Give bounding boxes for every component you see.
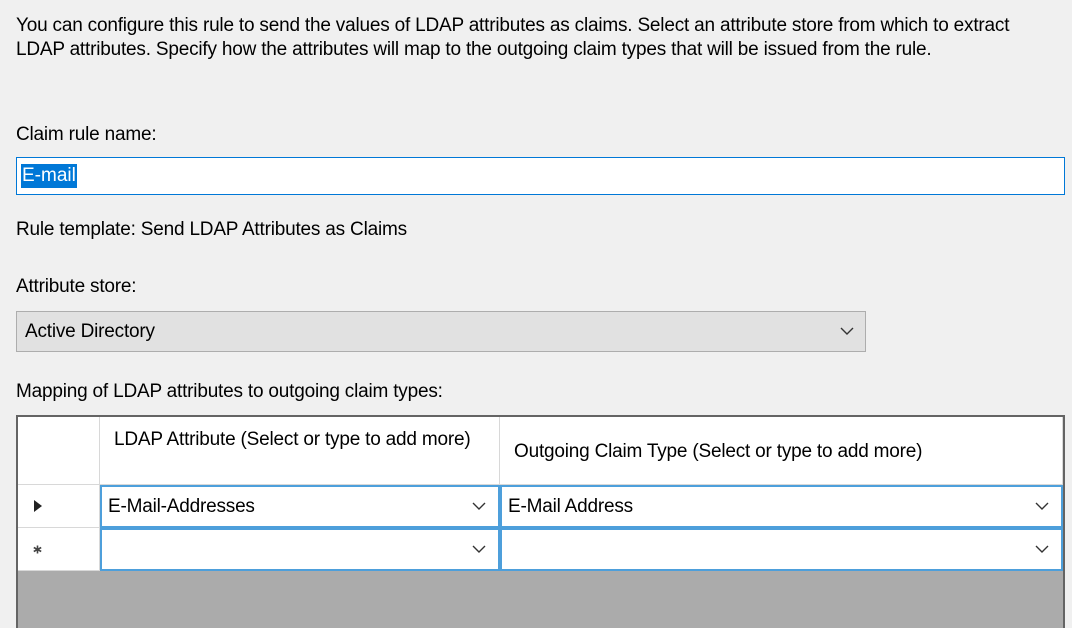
chevron-down-icon[interactable] (472, 502, 486, 511)
chevron-down-icon (840, 327, 854, 335)
attribute-store-select[interactable]: Active Directory (16, 311, 866, 352)
column-header-ldap-label: LDAP Attribute (Select or type to add mo… (114, 429, 471, 450)
attribute-store-value: Active Directory (25, 320, 155, 342)
ldap-attribute-value: E-Mail-Addresses (108, 495, 255, 517)
rule-description: You can configure this rule to send the … (16, 15, 1010, 60)
new-outgoing-claim-type-cell[interactable] (500, 528, 1063, 571)
asterisk-icon (33, 545, 42, 554)
outgoing-claim-type-cell[interactable]: E-Mail Address (500, 485, 1063, 528)
claim-rule-name-input[interactable]: E-mail (16, 157, 1065, 195)
attribute-store-label: Attribute store: (16, 276, 137, 297)
grid-corner-header (18, 417, 100, 485)
ldap-attribute-cell[interactable]: E-Mail-Addresses (100, 485, 500, 528)
grid-empty-area (18, 571, 1063, 628)
mapping-label: Mapping of LDAP attributes to outgoing c… (16, 381, 443, 402)
chevron-down-icon[interactable] (1035, 545, 1049, 554)
column-header-claim-label: Outgoing Claim Type (Select or type to a… (514, 441, 923, 462)
row-header-current[interactable] (18, 485, 100, 528)
claim-rule-name-value: E-mail (21, 164, 77, 188)
new-ldap-attribute-cell[interactable] (100, 528, 500, 571)
chevron-down-icon[interactable] (472, 545, 486, 554)
claim-rule-name-label: Claim rule name: (16, 124, 157, 145)
mapping-grid[interactable]: LDAP Attribute (Select or type to add mo… (16, 415, 1065, 628)
column-header-ldap-attribute[interactable]: LDAP Attribute (Select or type to add mo… (100, 417, 500, 485)
triangle-right-icon (34, 500, 42, 512)
chevron-down-icon[interactable] (1035, 502, 1049, 511)
rule-template-text: Rule template: Send LDAP Attributes as C… (16, 219, 407, 240)
column-header-outgoing-claim-type[interactable]: Outgoing Claim Type (Select or type to a… (500, 417, 1063, 485)
row-header-new[interactable] (18, 528, 100, 571)
outgoing-claim-type-value: E-Mail Address (508, 495, 633, 517)
